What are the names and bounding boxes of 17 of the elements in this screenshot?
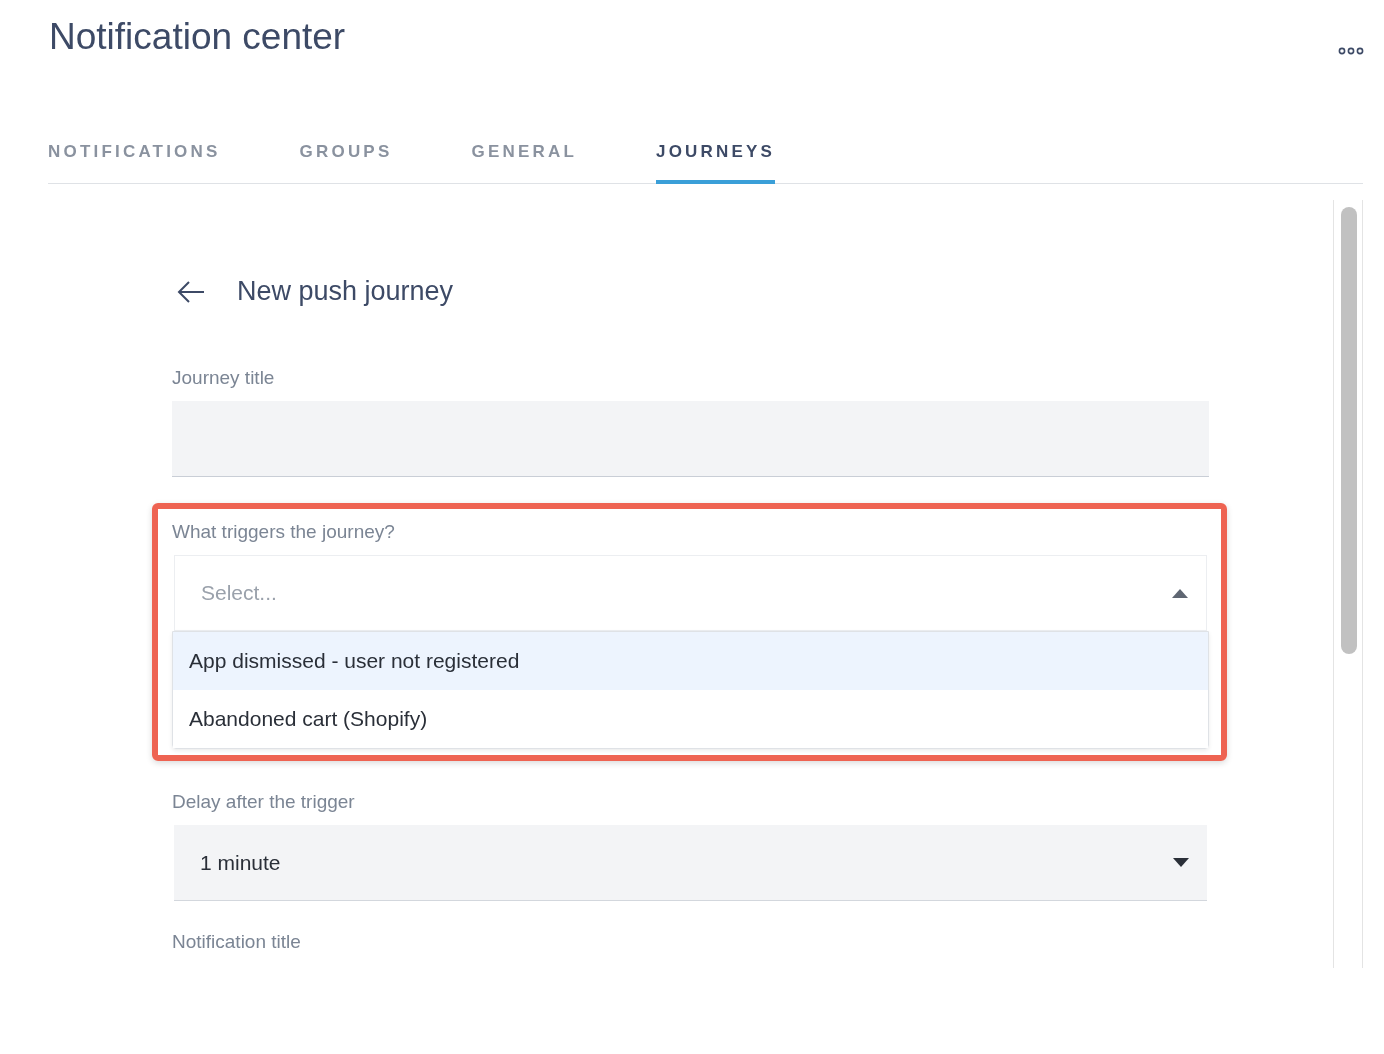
- field-label: Delay after the trigger: [172, 791, 355, 813]
- back-arrow-icon[interactable]: [177, 280, 205, 303]
- field-label: What triggers the journey?: [172, 521, 395, 543]
- scrollbar-thumb[interactable]: [1341, 207, 1357, 654]
- more-options-icon[interactable]: [1338, 46, 1364, 56]
- dropdown-field[interactable]: 1 minute: [174, 825, 1207, 901]
- scrollbar[interactable]: [1333, 200, 1363, 968]
- caret-up-icon: [1172, 588, 1188, 598]
- caret-down-icon: [1173, 858, 1189, 867]
- dropdown-option[interactable]: Abandoned cart (Shopify): [173, 690, 1208, 748]
- tab[interactable]: JOURNEYS: [656, 142, 776, 184]
- dropdown-option[interactable]: App dismissed - user not registered: [173, 632, 1208, 690]
- page-title: Notification center: [49, 16, 346, 58]
- input-field[interactable]: [172, 401, 1209, 477]
- field-label: Journey title: [172, 367, 275, 389]
- field-label: Notification title: [172, 931, 301, 953]
- form-heading: New push journey: [237, 276, 454, 307]
